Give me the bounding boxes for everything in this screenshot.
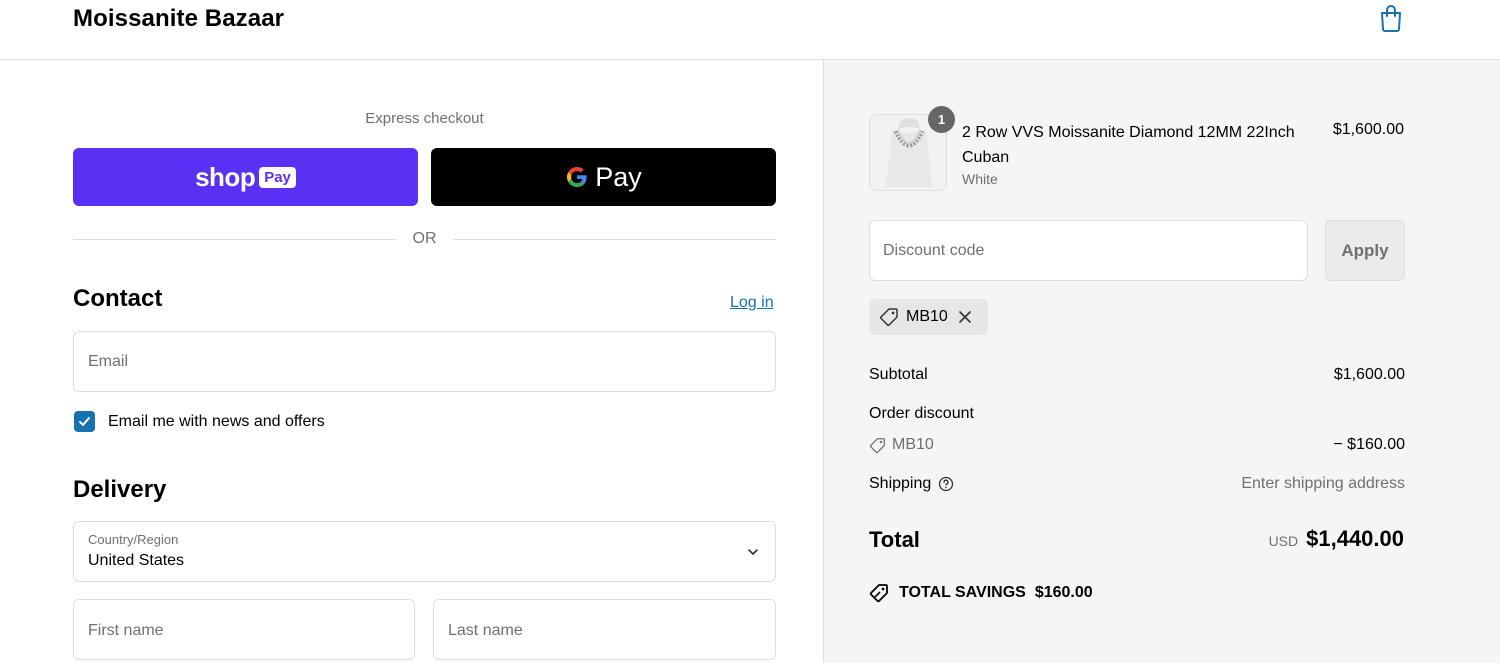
shop-pay-button[interactable]: shop Pay xyxy=(73,148,418,206)
discount-code-input[interactable]: Discount code xyxy=(869,220,1308,281)
help-icon[interactable] xyxy=(938,476,954,492)
total-amount: USD $1,440.00 xyxy=(1269,526,1404,552)
header: Moissanite Bazaar xyxy=(0,0,1500,60)
shopping-bag-icon[interactable] xyxy=(1378,4,1404,32)
checkmark-icon xyxy=(79,417,90,426)
order-discount-row: Order discount xyxy=(869,405,1405,423)
divider-line xyxy=(73,239,396,240)
savings-value: $160.00 xyxy=(1034,584,1093,601)
quantity-badge: 1 xyxy=(928,106,955,133)
apply-button[interactable]: Apply xyxy=(1325,220,1405,281)
tag-icon xyxy=(879,308,898,327)
login-link[interactable]: Log in xyxy=(730,294,774,312)
shop-pay-box: Pay xyxy=(259,166,296,188)
google-g-icon xyxy=(567,167,587,187)
country-select[interactable]: Country/Region United States xyxy=(73,521,776,582)
discount-code-wrap: MB10 xyxy=(869,436,934,454)
total-value: $1,440.00 xyxy=(1306,526,1404,551)
last-name-field[interactable]: Last name xyxy=(433,599,776,660)
divider-line xyxy=(453,239,776,240)
chevron-down-icon xyxy=(748,549,758,555)
country-value: United States xyxy=(88,552,185,569)
checkout-form: Express checkout shop Pay Pay OR Contact… xyxy=(0,60,823,663)
shipping-row: Shipping Enter shipping address xyxy=(869,475,1405,493)
product-name: 2 Row VVS Moissanite Diamond 12MM 22Inch… xyxy=(962,124,1295,166)
subtotal-label: Subtotal xyxy=(869,366,928,383)
contact-title: Contact xyxy=(73,285,163,312)
total-savings: TOTAL SAVINGS $160.00 xyxy=(869,583,1093,603)
newsletter-checkbox[interactable] xyxy=(74,411,95,432)
newsletter-label[interactable]: Email me with news and offers xyxy=(108,413,325,431)
subtotal-row: Subtotal $1,600.00 xyxy=(869,366,1405,384)
or-text: OR xyxy=(412,230,437,247)
country-label: Country/Region xyxy=(88,532,179,547)
express-checkout-label: Express checkout xyxy=(365,110,484,127)
brand-name[interactable]: Moissanite Bazaar xyxy=(73,5,284,33)
tag-icon xyxy=(869,437,885,453)
total-label: Total xyxy=(869,527,920,552)
shipping-label: Shipping xyxy=(869,475,932,492)
or-divider: OR xyxy=(73,230,776,250)
applied-discount-tag: MB10 xyxy=(869,299,988,335)
discount-value: − $160.00 xyxy=(1333,436,1405,453)
shipping-label-wrap: Shipping xyxy=(869,475,954,493)
product-variant: White xyxy=(962,171,998,187)
shipping-value: Enter shipping address xyxy=(1241,475,1405,492)
product-price: $1,600.00 xyxy=(1332,121,1404,138)
last-name-placeholder: Last name xyxy=(448,622,523,639)
subtotal-value: $1,600.00 xyxy=(1333,366,1405,383)
total-currency: USD xyxy=(1268,533,1299,549)
google-pay-word: Pay xyxy=(595,161,642,192)
remove-discount-icon[interactable] xyxy=(958,310,972,324)
applied-code: MB10 xyxy=(906,308,948,325)
discount-code-text: MB10 xyxy=(892,436,934,453)
discount-code-row: MB10 − $160.00 xyxy=(869,436,1405,459)
order-summary: 1 2 Row VVS Moissanite Diamond 12MM 22In… xyxy=(823,60,1500,663)
first-name-field[interactable]: First name xyxy=(73,599,415,660)
email-placeholder: Email xyxy=(88,353,129,370)
first-name-placeholder: First name xyxy=(88,622,164,639)
savings-tag-icon xyxy=(869,584,888,603)
order-discount-label: Order discount xyxy=(869,405,974,422)
email-field[interactable]: Email xyxy=(73,331,776,392)
savings-label: TOTAL SAVINGS xyxy=(899,584,1026,601)
discount-placeholder: Discount code xyxy=(883,242,985,259)
delivery-title: Delivery xyxy=(73,476,167,503)
shop-pay-word: shop xyxy=(195,161,256,192)
google-pay-button[interactable]: Pay xyxy=(431,148,776,206)
